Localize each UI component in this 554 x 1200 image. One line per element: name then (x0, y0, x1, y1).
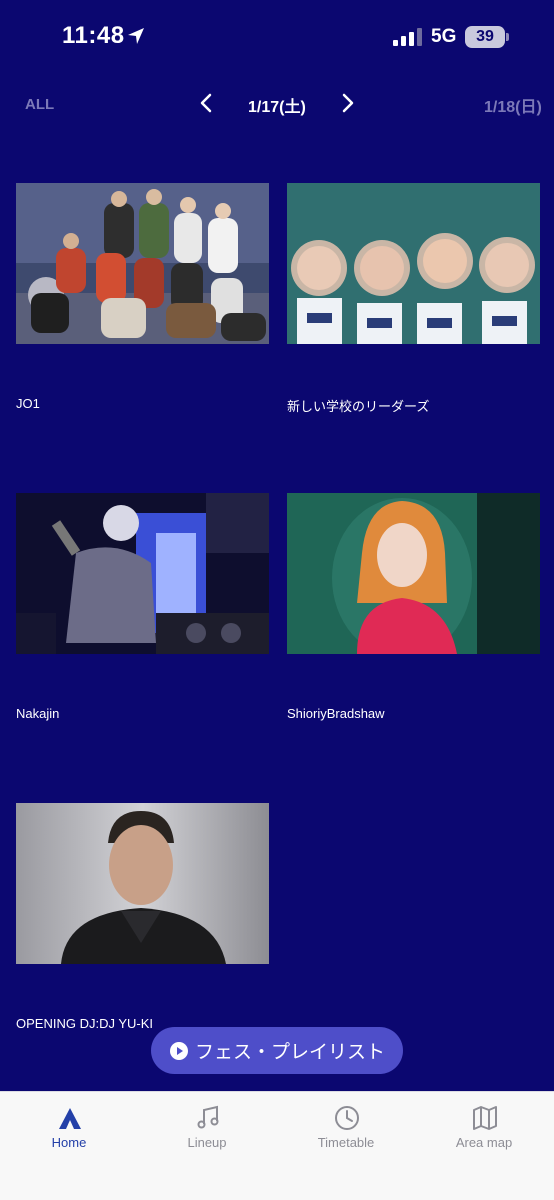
battery-tip (506, 33, 509, 41)
artist-photo (16, 803, 269, 964)
artist-photo (16, 183, 269, 344)
tab-timetable[interactable]: Timetable (277, 1092, 415, 1172)
bottom-tab-bar: Home Lineup Timetable Area map (0, 1091, 554, 1200)
artist-photo (16, 493, 269, 654)
tab-home[interactable]: Home (0, 1092, 138, 1172)
chevron-right-icon[interactable] (336, 92, 358, 114)
artist-photo (287, 183, 540, 344)
map-icon (473, 1106, 497, 1130)
filter-all-button[interactable]: ALL (25, 96, 54, 113)
current-date: 1/17(土) (248, 99, 306, 116)
artist-card[interactable]: ShioriyBradshaw (287, 493, 540, 721)
next-date-tab[interactable]: 1/18(日) (484, 93, 542, 117)
playlist-button-label: フェス・プレイリスト (194, 1042, 385, 1063)
festival-playlist-button[interactable]: フェス・プレイリスト (151, 1027, 403, 1074)
tab-lineup[interactable]: Lineup (138, 1092, 276, 1172)
battery-level: 39 (465, 26, 505, 48)
location-arrow-icon (128, 28, 144, 44)
artist-card[interactable]: Nakajin (16, 493, 269, 721)
network-type: 5G (431, 26, 457, 47)
tab-area-map[interactable]: Area map (415, 1092, 553, 1172)
home-icon (59, 1108, 81, 1129)
status-bar: 11:48 5G 39 (0, 0, 554, 76)
tab-label: Timetable (317, 1135, 375, 1150)
artist-name: Nakajin (16, 706, 60, 721)
tab-label: Area map (455, 1135, 513, 1150)
tab-label: Lineup (187, 1135, 227, 1150)
play-circle-icon (169, 1041, 188, 1060)
artist-card[interactable]: OPENING DJ:DJ YU-KI (16, 803, 269, 1031)
clock-icon (335, 1106, 359, 1130)
cellular-signal-icon (393, 28, 422, 46)
artist-name: JO1 (16, 396, 40, 411)
artist-name: 新しい学校のリーダーズ (287, 399, 430, 414)
tab-label: Home (51, 1135, 87, 1150)
artist-name: ShioriyBradshaw (287, 706, 385, 721)
artist-card[interactable]: 新しい学校のリーダーズ (287, 183, 540, 414)
chevron-left-icon[interactable] (196, 92, 218, 114)
status-time: 11:48 (62, 22, 125, 49)
artist-photo (287, 493, 540, 654)
date-navigation: ALL 1/17(土) 1/18(日) (0, 84, 554, 124)
artist-card[interactable]: JO1 (16, 183, 269, 411)
artist-name: OPENING DJ:DJ YU-KI (16, 1016, 154, 1031)
music-note-icon (197, 1105, 219, 1129)
